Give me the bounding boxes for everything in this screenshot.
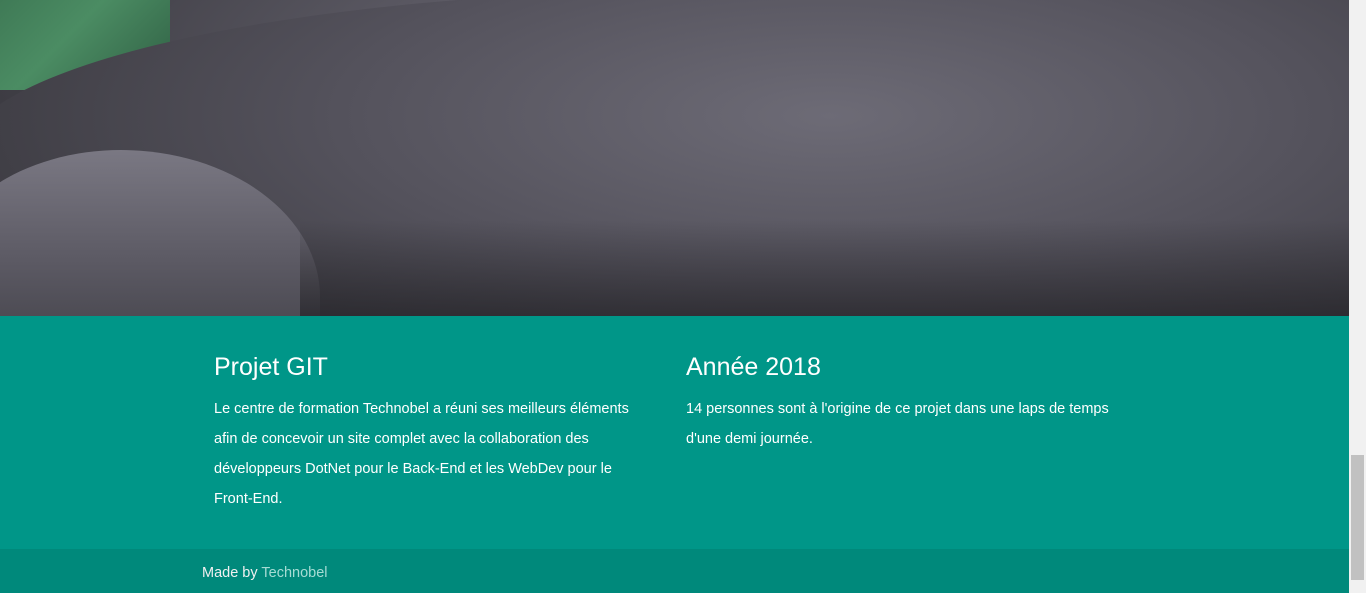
info-section: Projet GIT Le centre de formation Techno… bbox=[0, 316, 1349, 549]
annee-text: 14 personnes sont à l'origine de ce proj… bbox=[686, 401, 1109, 447]
vertical-scrollbar[interactable] bbox=[1349, 0, 1366, 593]
technobel-link[interactable]: Technobel bbox=[261, 565, 327, 581]
annee-column: Année 2018 14 personnes sont à l'origine… bbox=[686, 352, 1126, 454]
projet-column: Projet GIT Le centre de formation Techno… bbox=[214, 352, 654, 514]
page-footer: Made by Technobel bbox=[0, 549, 1349, 593]
scrollbar-thumb[interactable] bbox=[1351, 455, 1364, 580]
made-by-label: Made by bbox=[202, 565, 258, 581]
footer-credit: Made by Technobel bbox=[202, 565, 328, 581]
annee-title: Année 2018 bbox=[686, 353, 821, 381]
hero-image bbox=[0, 0, 1349, 316]
seal-shadow bbox=[300, 220, 1349, 316]
projet-text: Le centre de formation Technobel a réuni… bbox=[214, 401, 629, 507]
projet-title: Projet GIT bbox=[214, 353, 328, 381]
